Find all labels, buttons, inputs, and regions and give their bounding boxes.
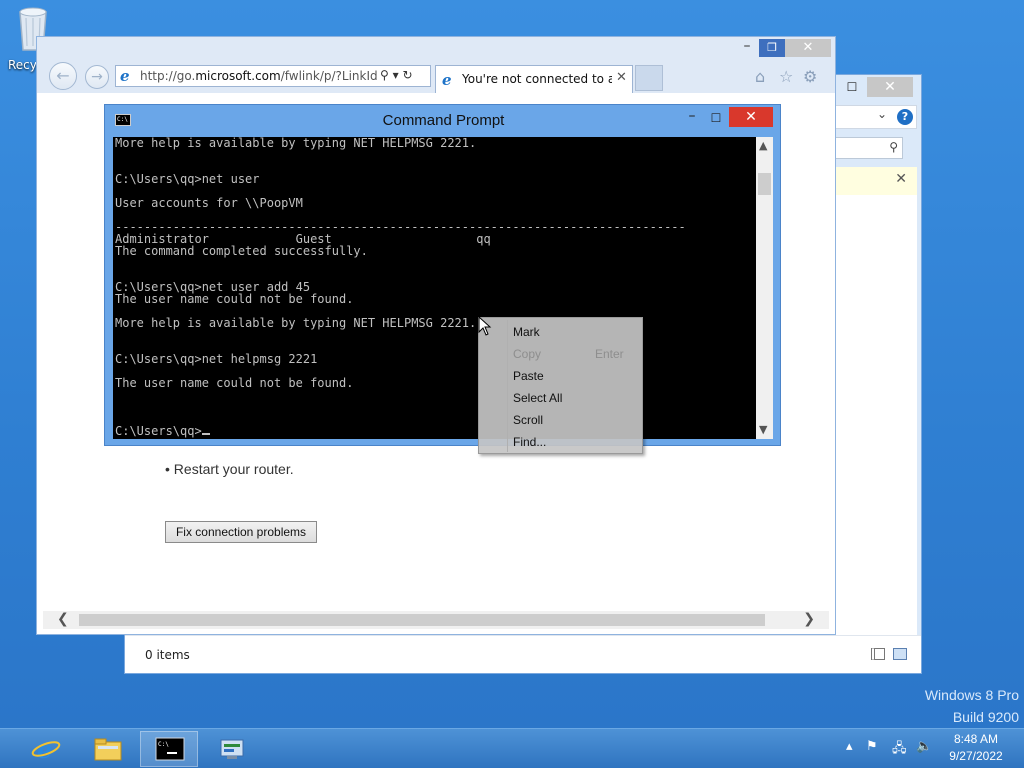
- console-output[interactable]: More help is available by typing NET HEL…: [113, 137, 756, 439]
- forward-arrow-icon: →: [91, 69, 103, 85]
- chevron-down-icon[interactable]: ⌄: [877, 107, 887, 121]
- menu-item-label: Find...: [513, 435, 547, 449]
- explorer-maximize-button[interactable]: ☐: [841, 77, 863, 97]
- address-url[interactable]: http://go.microsoft.com/fwlink/p/?LinkId…: [140, 69, 378, 83]
- console-vertical-scrollbar[interactable]: ▲ ▼: [756, 137, 773, 439]
- menu-item-mark[interactable]: Mark: [479, 320, 642, 342]
- scroll-left-icon[interactable]: ❮: [57, 611, 69, 627]
- svg-text:e: e: [37, 736, 52, 762]
- taskbar-command-prompt[interactable]: C:\: [140, 731, 198, 767]
- menu-item-label: Copy: [513, 347, 542, 361]
- refresh-icon[interactable]: ↻: [402, 68, 412, 82]
- scroll-down-icon[interactable]: ▼: [759, 423, 767, 436]
- console-cursor: [201, 433, 210, 435]
- address-controls[interactable]: ⚲ ▾ ↻: [380, 68, 413, 82]
- explorer-status-bar: 0 items: [125, 635, 921, 673]
- menu-item-paste[interactable]: Paste: [479, 364, 642, 386]
- taskbar-file-explorer[interactable]: [78, 731, 136, 767]
- explorer-info-bar: ✕: [831, 167, 917, 195]
- cmd-close-button[interactable]: ✕: [729, 107, 773, 127]
- tab-title: You're not connected to a ...: [462, 72, 612, 86]
- command-prompt-icon: C:\: [155, 737, 185, 761]
- menu-item-scroll[interactable]: Scroll: [479, 408, 642, 430]
- scrollbar-thumb[interactable]: [79, 614, 765, 626]
- tab-close-icon[interactable]: ✕: [616, 70, 627, 85]
- taskbar: e C:\ ▴ ⚑ 🖧 🔈 8:48 AM 9/27/2022: [0, 728, 1024, 768]
- back-arrow-icon: ←: [56, 66, 70, 85]
- fix-connection-button[interactable]: Fix connection problems: [165, 521, 317, 543]
- clock-time[interactable]: 8:48 AM: [938, 732, 1014, 746]
- status-item-count: 0 items: [145, 648, 190, 662]
- dropdown-icon[interactable]: ▾: [393, 68, 399, 82]
- menu-item-copy[interactable]: Copy Enter: [479, 342, 642, 364]
- internet-explorer-icon: e: [31, 736, 61, 762]
- scroll-up-icon[interactable]: ▲: [759, 139, 767, 152]
- menu-item-select-all[interactable]: Select All: [479, 386, 642, 408]
- cmd-minimize-button[interactable]: –: [681, 109, 703, 127]
- large-icons-view-icon[interactable]: [893, 648, 907, 660]
- menu-item-shortcut: Enter: [595, 347, 624, 361]
- windows-watermark: Windows 8 Pro Build 9200: [925, 684, 1019, 728]
- new-tab-button[interactable]: [635, 65, 663, 91]
- folder-icon: [94, 738, 122, 761]
- explorer-close-button[interactable]: ✕: [867, 77, 913, 97]
- console-context-menu: Mark Copy Enter Paste Select All Scroll Find..…: [478, 317, 643, 454]
- search-icon[interactable]: ⚲: [380, 68, 389, 82]
- ie-close-button[interactable]: ✕: [785, 39, 831, 57]
- menu-item-label: Scroll: [513, 413, 544, 427]
- menu-item-label: Mark: [513, 325, 540, 339]
- ie-minimize-button[interactable]: –: [737, 39, 757, 57]
- taskbar-internet-explorer[interactable]: e: [16, 731, 74, 767]
- watermark-build: Build 9200: [952, 709, 1019, 725]
- watermark-edition: Windows 8 Pro: [924, 687, 1019, 703]
- help-icon[interactable]: ?: [897, 109, 913, 125]
- details-view-icon[interactable]: [871, 648, 885, 660]
- menu-item-find[interactable]: Find...: [479, 430, 642, 452]
- clock-date[interactable]: 9/27/2022: [938, 749, 1014, 763]
- horizontal-scrollbar[interactable]: ❮ ❯: [43, 611, 829, 629]
- scroll-right-icon[interactable]: ❯: [803, 611, 815, 627]
- console-scrollbar-thumb[interactable]: [758, 173, 771, 195]
- back-button[interactable]: ←: [49, 62, 77, 90]
- close-icon[interactable]: ✕: [895, 171, 907, 187]
- forward-button[interactable]: →: [85, 65, 109, 89]
- show-hidden-icons-icon[interactable]: ▴: [846, 739, 853, 754]
- ie-tab-icon: e: [442, 71, 452, 89]
- explorer-search-input[interactable]: ⚲: [831, 137, 903, 159]
- network-status-icon[interactable]: 🖧: [892, 739, 907, 761]
- ie-page-icon: e: [120, 67, 130, 85]
- restart-router-text: • Restart your router.: [165, 461, 294, 477]
- command-prompt-window[interactable]: C:\ Command Prompt – ☐ ✕ More help is av…: [104, 104, 781, 446]
- favorites-star-icon[interactable]: ☆: [779, 67, 793, 86]
- browser-tab[interactable]: e You're not connected to a ... ✕: [435, 65, 633, 93]
- menu-item-label: Select All: [513, 391, 563, 405]
- cmd-maximize-button[interactable]: ☐: [705, 109, 727, 127]
- ie-maximize-button[interactable]: ❐: [759, 39, 785, 57]
- svg-text:C:\: C:\: [158, 741, 169, 748]
- gear-icon[interactable]: ⚙: [803, 67, 817, 86]
- address-bar[interactable]: e http://go.microsoft.com/fwlink/p/?Link…: [115, 65, 431, 87]
- explorer-content-pane: [831, 195, 917, 635]
- home-icon[interactable]: ⌂: [755, 67, 765, 86]
- mouse-pointer-icon: [478, 316, 492, 336]
- search-icon: ⚲: [889, 140, 898, 154]
- volume-icon[interactable]: 🔈: [916, 739, 932, 754]
- network-settings-icon: [220, 739, 244, 759]
- taskbar-network-settings[interactable]: [202, 731, 260, 767]
- menu-item-label: Paste: [513, 369, 544, 383]
- action-center-flag-icon[interactable]: ⚑: [866, 739, 878, 754]
